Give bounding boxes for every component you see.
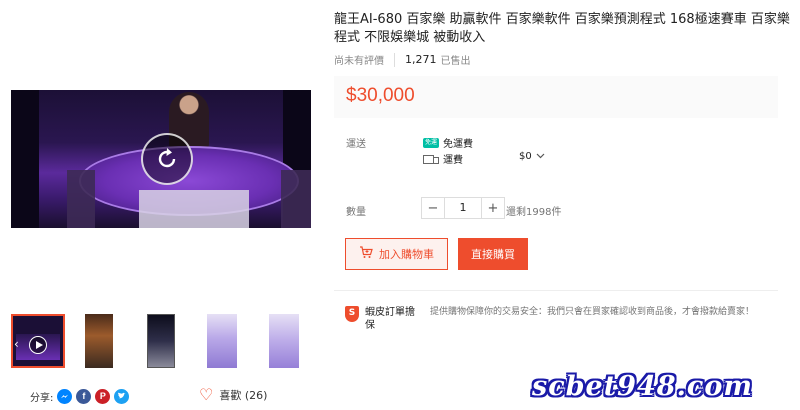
divider — [394, 52, 395, 67]
free-shipping-icon: 免運 — [423, 137, 439, 148]
quantity-label: 數量 — [346, 207, 366, 218]
add-to-cart-button[interactable]: 加入購物車 — [345, 238, 448, 270]
product-price: $30,000 — [346, 85, 415, 106]
hud-bottom-panel — [139, 190, 249, 228]
thumbnail-video[interactable]: ‹ — [11, 314, 65, 368]
buy-now-button[interactable]: 直接購買 — [458, 238, 528, 270]
play-icon — [29, 336, 47, 354]
like-count: 喜歡 (26) — [219, 389, 268, 402]
share-label: 分享: — [30, 392, 54, 404]
hud-right-panel — [281, 170, 311, 228]
shipping-fee-row: 運費 — [423, 151, 463, 166]
guarantee-section: S 蝦皮訂單擔保 — [345, 306, 415, 332]
guarantee-label: 蝦皮訂單擔保 — [365, 307, 415, 331]
pinterest-icon[interactable]: P — [95, 388, 111, 404]
chevron-down-icon — [536, 151, 545, 162]
cart-icon — [359, 246, 373, 262]
chevron-left-icon[interactable]: ‹ — [14, 338, 19, 350]
shipping-fee-value: $0 — [519, 151, 532, 162]
price-box: $30,000 — [334, 76, 778, 118]
add-to-cart-label: 加入購物車 — [379, 248, 434, 261]
like-button[interactable]: ♡ 喜歡 (26) — [199, 387, 267, 403]
free-shipping-label: 免運費 — [443, 139, 473, 150]
rating-text[interactable]: 尚未有評價 — [334, 52, 384, 67]
product-video[interactable] — [11, 90, 311, 228]
shipping-label: 運送 — [346, 139, 366, 150]
shield-icon: S — [345, 306, 359, 322]
twitter-icon[interactable] — [114, 388, 130, 404]
thumbnail-5[interactable] — [269, 314, 299, 368]
heart-icon: ♡ — [199, 385, 214, 404]
quantity-stepper: − 1 + — [421, 197, 505, 219]
thumbnail-strip: ‹ — [11, 314, 311, 370]
product-title: 龍王AI-680 百家樂 助贏軟件 百家樂軟件 百家樂預測程式 168極速賽車 … — [334, 12, 790, 45]
watermark: scbet948.com — [532, 371, 753, 402]
hud-left-panel — [67, 170, 95, 228]
facebook-icon[interactable]: f — [76, 388, 92, 404]
shipping-fee-dropdown[interactable]: $0 — [519, 151, 545, 162]
rating-row: 尚未有評價 1,271 已售出 — [334, 52, 471, 67]
thumbnail-4[interactable] — [207, 314, 237, 368]
replay-icon[interactable] — [141, 133, 193, 185]
stock-text: 還剩1998件 — [506, 207, 562, 218]
share-row: 分享: f P — [30, 388, 133, 404]
truck-icon — [423, 154, 439, 164]
thumbnail-3[interactable] — [147, 314, 175, 368]
sold-count: 1,271 — [405, 53, 437, 66]
guarantee-description: 提供購物保障你的交易安全：我們只會在買家確認收到商品後，才會撥款給賣家！ — [430, 307, 755, 317]
decrement-button[interactable]: − — [422, 198, 444, 218]
free-shipping-row: 免運 免運費 — [423, 135, 473, 150]
section-divider — [334, 290, 778, 291]
thumbnail-2[interactable] — [85, 314, 113, 368]
sold-label: 已售出 — [440, 56, 471, 67]
quantity-input[interactable]: 1 — [444, 198, 482, 218]
increment-button[interactable]: + — [482, 198, 504, 218]
shipping-fee-label: 運費 — [443, 155, 463, 166]
messenger-icon[interactable] — [57, 388, 73, 404]
